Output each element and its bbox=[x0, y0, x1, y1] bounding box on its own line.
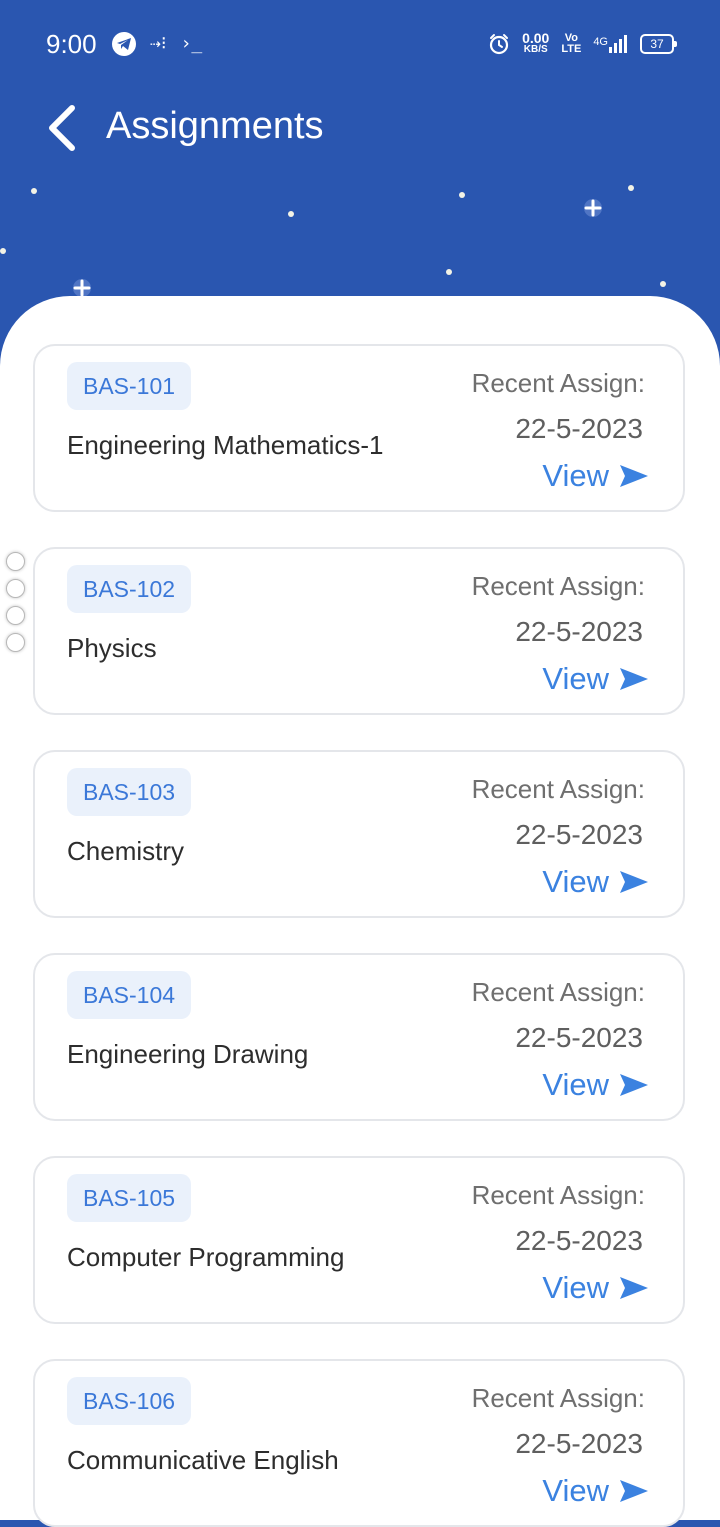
course-code-badge: BAS-101 bbox=[67, 362, 192, 410]
volte-indicator: Vo LTE bbox=[561, 33, 581, 55]
course-card[interactable]: BAS-106 Communicative English Recent Ass… bbox=[33, 1359, 685, 1527]
course-card[interactable]: BAS-104 Engineering Drawing Recent Assig… bbox=[33, 953, 685, 1121]
star-dot bbox=[446, 269, 452, 275]
course-code-badge: BAS-102 bbox=[67, 565, 192, 613]
sparkle-icon bbox=[584, 199, 602, 217]
view-label: View bbox=[542, 458, 609, 493]
course-code-badge: BAS-105 bbox=[67, 1174, 192, 1222]
chevron-left-icon bbox=[49, 105, 75, 151]
star-dot bbox=[288, 211, 294, 217]
recent-assign-label: Recent Assign: bbox=[471, 1180, 645, 1210]
back-button[interactable] bbox=[40, 100, 90, 156]
recent-assign-date: 22-5-2023 bbox=[515, 819, 643, 850]
course-card[interactable]: BAS-102 Physics Recent Assign: 22-5-2023… bbox=[33, 547, 685, 715]
header-banner: 9:00 ⇢⁝ ›_ 0.00 KB/S Vo LTE 4G 37 Assign… bbox=[0, 0, 720, 330]
view-button[interactable]: View bbox=[542, 1471, 649, 1511]
course-name: Chemistry bbox=[67, 836, 185, 866]
course-name: Communicative English bbox=[67, 1445, 339, 1475]
course-name: Computer Programming bbox=[67, 1242, 345, 1272]
star-dot bbox=[459, 192, 465, 198]
view-button[interactable]: View bbox=[542, 1065, 649, 1105]
recent-assign-label: Recent Assign: bbox=[471, 774, 645, 804]
status-bar: 9:00 ⇢⁝ ›_ 0.00 KB/S Vo LTE 4G 37 bbox=[0, 0, 720, 88]
recent-assign-date: 22-5-2023 bbox=[515, 1022, 643, 1053]
course-list: BAS-101 Engineering Mathematics-1 Recent… bbox=[0, 296, 720, 1527]
edge-panel-handle[interactable] bbox=[6, 552, 28, 660]
send-arrow-icon bbox=[620, 1480, 648, 1502]
view-label: View bbox=[542, 1270, 609, 1305]
star-dot bbox=[660, 281, 666, 287]
alarm-icon bbox=[489, 34, 509, 55]
network-type: 4G bbox=[593, 36, 608, 48]
send-arrow-icon bbox=[620, 1074, 648, 1096]
send-arrow-icon bbox=[620, 1277, 648, 1299]
course-card[interactable]: BAS-101 Engineering Mathematics-1 Recent… bbox=[33, 344, 685, 512]
send-arrow-icon bbox=[620, 465, 648, 487]
status-notification-icons: ⇢⁝ ›_ bbox=[112, 30, 202, 58]
course-name: Engineering Drawing bbox=[67, 1039, 309, 1069]
edge-handle-dot bbox=[6, 579, 25, 598]
star-dot bbox=[31, 188, 37, 194]
view-button[interactable]: View bbox=[542, 456, 649, 496]
network-speed-value: 0.00 bbox=[522, 30, 550, 46]
recent-assign-date: 22-5-2023 bbox=[515, 1225, 643, 1256]
view-button[interactable]: View bbox=[542, 659, 649, 699]
view-button[interactable]: View bbox=[542, 862, 649, 902]
recent-assign-date: 22-5-2023 bbox=[515, 1428, 643, 1459]
course-name: Engineering Mathematics-1 bbox=[67, 430, 384, 460]
recent-assign-date: 22-5-2023 bbox=[515, 616, 643, 647]
volte-bottom: LTE bbox=[561, 43, 582, 55]
sync-icon: ⇢⁝ bbox=[150, 33, 167, 54]
recent-assign-label: Recent Assign: bbox=[471, 571, 645, 601]
status-time: 9:00 bbox=[46, 29, 97, 59]
recent-assign-label: Recent Assign: bbox=[471, 977, 645, 1007]
network-speed: 0.00 KB/S bbox=[522, 30, 550, 55]
course-name: Physics bbox=[67, 633, 157, 663]
terminal-icon: ›_ bbox=[180, 33, 203, 54]
telegram-icon bbox=[112, 32, 136, 56]
view-label: View bbox=[542, 661, 609, 696]
signal-indicator: 4G bbox=[593, 34, 628, 54]
send-arrow-icon bbox=[620, 668, 648, 690]
signal-icon bbox=[609, 35, 627, 53]
recent-assign-label: Recent Assign: bbox=[471, 1383, 645, 1413]
network-speed-unit: KB/S bbox=[523, 44, 548, 55]
battery-icon: 37 bbox=[640, 34, 677, 54]
recent-assign-date: 22-5-2023 bbox=[515, 413, 643, 444]
course-code-badge: BAS-104 bbox=[67, 971, 192, 1019]
star-dot bbox=[0, 248, 6, 254]
recent-assign-label: Recent Assign: bbox=[471, 368, 645, 398]
course-card[interactable]: BAS-103 Chemistry Recent Assign: 22-5-20… bbox=[33, 750, 685, 918]
view-label: View bbox=[542, 864, 609, 899]
send-arrow-icon bbox=[620, 871, 648, 893]
edge-handle-dot bbox=[6, 606, 25, 625]
star-dot bbox=[628, 185, 634, 191]
course-code-badge: BAS-106 bbox=[67, 1377, 192, 1425]
edge-handle-dot bbox=[6, 633, 25, 652]
view-label: View bbox=[542, 1473, 609, 1508]
course-code-badge: BAS-103 bbox=[67, 768, 192, 816]
course-card[interactable]: BAS-105 Computer Programming Recent Assi… bbox=[33, 1156, 685, 1324]
view-button[interactable]: View bbox=[542, 1268, 649, 1308]
status-system-icons: 0.00 KB/S Vo LTE 4G 37 bbox=[488, 28, 677, 60]
view-label: View bbox=[542, 1067, 609, 1102]
edge-handle-dot bbox=[6, 552, 25, 571]
page-title: Assignments bbox=[106, 105, 324, 147]
